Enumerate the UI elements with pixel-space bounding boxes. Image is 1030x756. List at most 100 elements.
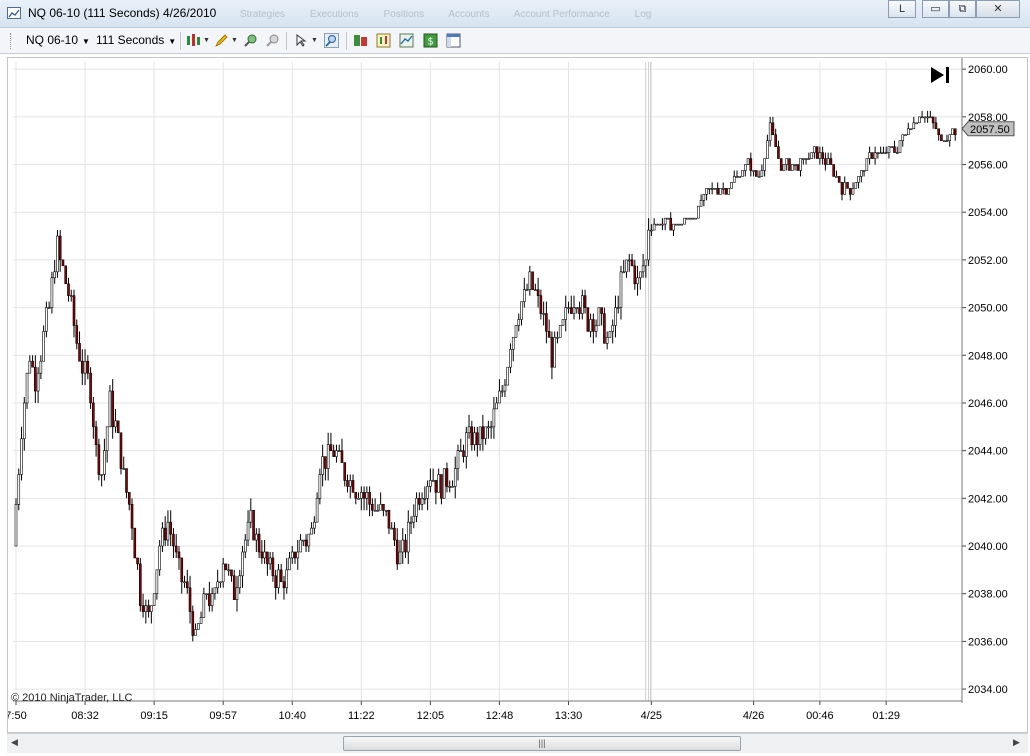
toolbar-separator xyxy=(286,32,287,50)
price-bar xyxy=(362,492,366,499)
horizontal-scrollbar[interactable]: ◀ ||| ▶ xyxy=(7,733,1028,753)
crosshair-pointer-icon[interactable] xyxy=(294,33,309,48)
price-bar xyxy=(840,182,844,195)
price-bar xyxy=(105,426,109,451)
price-bar xyxy=(771,122,775,136)
price-bar xyxy=(871,152,874,159)
time-axis[interactable]: 7:50 08:32 09:15 09:57 10:40 11:22 12:05 12:48 1… xyxy=(8,700,962,722)
price-bar xyxy=(213,587,217,595)
price-bar xyxy=(708,188,711,190)
zoom-in-icon[interactable] xyxy=(243,33,258,48)
price-bar xyxy=(556,337,559,339)
chevron-down-icon[interactable]: ▼ xyxy=(311,37,318,44)
price-bar xyxy=(691,217,695,220)
scroll-right-icon[interactable]: ▶ xyxy=(1013,737,1020,748)
drawing-pencil-icon[interactable] xyxy=(214,33,229,48)
indicators-icon[interactable] xyxy=(376,33,391,48)
price-bar xyxy=(945,140,949,142)
price-bar xyxy=(315,498,319,523)
background-tab[interactable]: Strategies xyxy=(240,9,285,20)
bar-type-icon[interactable] xyxy=(186,33,201,48)
price-bar xyxy=(343,462,347,481)
price-bar xyxy=(172,533,175,547)
price-chart[interactable]: 2060.002058.002056.002054.002052.002050.… xyxy=(8,58,1027,732)
price-bar xyxy=(929,116,932,119)
price-bar xyxy=(310,527,313,535)
zoom-out-icon[interactable] xyxy=(265,33,280,48)
price-bar xyxy=(915,122,918,125)
price-bar xyxy=(293,551,297,559)
price-bar xyxy=(431,480,435,482)
price-bar xyxy=(766,140,769,159)
price-bar xyxy=(738,176,742,178)
magnifier-icon[interactable] xyxy=(324,33,339,48)
price-bar xyxy=(484,426,487,440)
price-bar xyxy=(161,527,164,547)
minimize-button[interactable]: ▭ xyxy=(922,0,949,18)
background-tab[interactable]: Executions xyxy=(310,9,359,20)
price-bar xyxy=(793,164,797,166)
scrollbar-thumb[interactable]: ||| xyxy=(343,736,741,751)
price-axis[interactable]: 2060.002058.002056.002054.002052.002050.… xyxy=(961,58,1015,703)
price-bar xyxy=(608,331,612,338)
price-bar xyxy=(807,158,811,160)
price-bar xyxy=(346,480,349,487)
price-bar xyxy=(459,450,463,452)
time-tick-label: 13:30 xyxy=(555,710,583,722)
price-bar xyxy=(542,313,545,315)
toolbar-separator xyxy=(180,32,181,50)
background-tab[interactable]: Account Performance xyxy=(514,9,610,20)
background-tab[interactable]: Accounts xyxy=(448,9,489,20)
price-bar xyxy=(616,307,620,309)
price-bar xyxy=(752,170,755,172)
chevron-down-icon[interactable]: ▼ xyxy=(231,37,238,44)
price-bar xyxy=(163,527,167,541)
price-bar xyxy=(550,337,554,368)
price-bar xyxy=(241,551,244,577)
price-bar xyxy=(290,551,294,559)
price-bar xyxy=(83,360,87,374)
toolbar-grip[interactable] xyxy=(10,33,14,49)
price-tick-label: 2052.00 xyxy=(968,255,1008,267)
price-bar xyxy=(611,325,614,332)
price-bar xyxy=(266,551,269,565)
strategies-icon[interactable] xyxy=(399,33,414,48)
price-bar xyxy=(260,551,264,559)
price-bar xyxy=(36,372,40,392)
price-bar xyxy=(639,271,642,279)
price-bar xyxy=(174,545,178,553)
price-bar xyxy=(42,331,45,362)
price-bar xyxy=(567,307,570,309)
price-bar xyxy=(633,265,637,285)
price-bar xyxy=(426,486,429,499)
link-button[interactable]: L xyxy=(888,0,916,18)
interval-selector[interactable]: 111 Seconds ▼ xyxy=(96,33,176,47)
chart-panel[interactable]: 2060.00 2058.00 2056.00 2054.00 2052.00 2050.… xyxy=(7,57,1028,733)
price-bar xyxy=(274,575,277,589)
price-bar xyxy=(155,569,159,595)
price-bar xyxy=(918,116,921,124)
price-bar xyxy=(534,289,537,292)
background-tab[interactable]: Log xyxy=(635,9,652,20)
dollar-icon[interactable]: $ xyxy=(423,33,438,48)
price-bar xyxy=(705,188,708,195)
price-bar xyxy=(108,390,112,428)
chart-trader-icon[interactable] xyxy=(353,33,368,48)
price-bar xyxy=(547,331,551,338)
properties-icon[interactable] xyxy=(446,33,461,48)
time-tick-label: 11:22 xyxy=(348,710,375,722)
price-bar xyxy=(826,158,830,165)
price-bar xyxy=(384,509,388,512)
maximize-button[interactable]: ⧉ xyxy=(949,0,976,18)
instrument-selector[interactable]: NQ 06-10 ▼ xyxy=(26,33,90,47)
price-bar xyxy=(503,384,507,392)
price-bar xyxy=(782,164,786,171)
background-tab[interactable]: Positions xyxy=(384,9,425,20)
price-bar xyxy=(755,170,758,177)
chevron-down-icon[interactable]: ▼ xyxy=(203,37,210,44)
price-bar xyxy=(437,474,440,493)
close-button[interactable]: ✕ xyxy=(976,0,1020,18)
scroll-left-icon[interactable]: ◀ xyxy=(11,737,18,748)
time-tick-label: 01:29 xyxy=(872,710,900,722)
price-bar xyxy=(351,480,355,493)
